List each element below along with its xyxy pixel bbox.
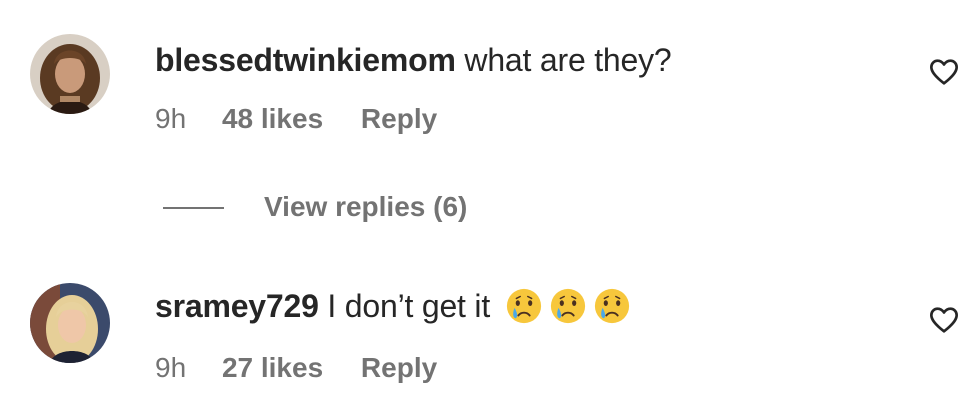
comment-timestamp: 9h	[155, 103, 187, 134]
reply-button[interactable]: Reply	[361, 102, 437, 136]
crying-face-emoji	[594, 288, 629, 324]
comment-username[interactable]: blessedtwinkiemom	[155, 42, 456, 78]
view-replies-label[interactable]: View replies (6)	[264, 190, 467, 224]
reply-button[interactable]: Reply	[361, 351, 437, 385]
comment-body: I don’t get it	[327, 288, 491, 324]
comment-timestamp: 9h	[155, 352, 187, 383]
heart-outline-icon[interactable]	[928, 56, 960, 88]
comment-text-line: blessedtwinkiemom what are they?	[155, 40, 672, 80]
avatar[interactable]	[30, 34, 110, 114]
comment-meta: 9h 48 likes Reply	[155, 102, 437, 136]
avatar[interactable]	[30, 283, 110, 363]
comment-username[interactable]: sramey729	[155, 288, 319, 324]
avatar-photo	[30, 34, 110, 114]
comment-body: what are they?	[464, 42, 672, 78]
comment-likes[interactable]: 27 likes	[222, 351, 323, 385]
heart-outline-icon[interactable]	[928, 304, 960, 336]
crying-face-emoji	[550, 288, 585, 324]
comment-meta: 9h 27 likes Reply	[155, 351, 437, 385]
avatar-photo	[30, 283, 110, 363]
crying-face-emoji	[506, 288, 541, 324]
view-replies-divider	[163, 207, 224, 209]
comment-text-line: sramey729 I don’t get it	[155, 286, 631, 326]
comment-likes[interactable]: 48 likes	[222, 102, 323, 136]
